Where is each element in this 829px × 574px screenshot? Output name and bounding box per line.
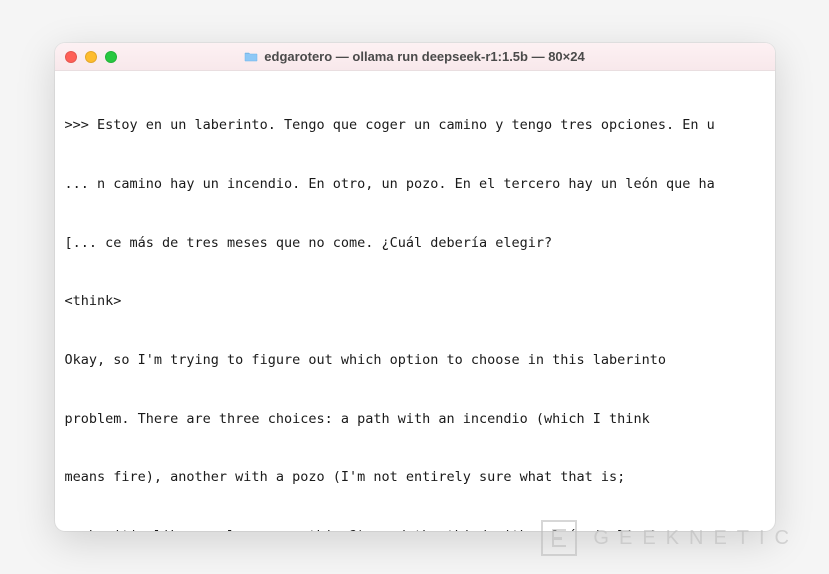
terminal-window: edgarotero — ollama run deepseek-r1:1.5b… (55, 43, 775, 531)
watermark-logo-icon (541, 520, 577, 556)
terminal-line: <think> (65, 292, 765, 312)
terminal-body[interactable]: >>> Estoy en un laberinto. Tengo que cog… (55, 71, 775, 531)
minimize-icon[interactable] (85, 51, 97, 63)
terminal-line: Okay, so I'm trying to figure out which … (65, 351, 765, 371)
traffic-lights (65, 51, 117, 63)
watermark-text: GEEKNETIC (593, 527, 799, 550)
maximize-icon[interactable] (105, 51, 117, 63)
close-icon[interactable] (65, 51, 77, 63)
terminal-line: [... ce más de tres meses que no come. ¿… (65, 234, 765, 254)
terminal-line: means fire), another with a pozo (I'm no… (65, 468, 765, 488)
watermark: GEEKNETIC (541, 520, 799, 556)
terminal-line: ... n camino hay un incendio. En otro, u… (65, 175, 765, 195)
terminal-line: >>> Estoy en un laberinto. Tengo que cog… (65, 116, 765, 136)
titlebar[interactable]: edgarotero — ollama run deepseek-r1:1.5b… (55, 43, 775, 71)
window-title: edgarotero — ollama run deepseek-r1:1.5b… (264, 49, 584, 64)
folder-icon (244, 51, 258, 62)
title-wrap: edgarotero — ollama run deepseek-r1:1.5b… (55, 49, 775, 64)
terminal-line: problem. There are three choices: a path… (65, 410, 765, 430)
